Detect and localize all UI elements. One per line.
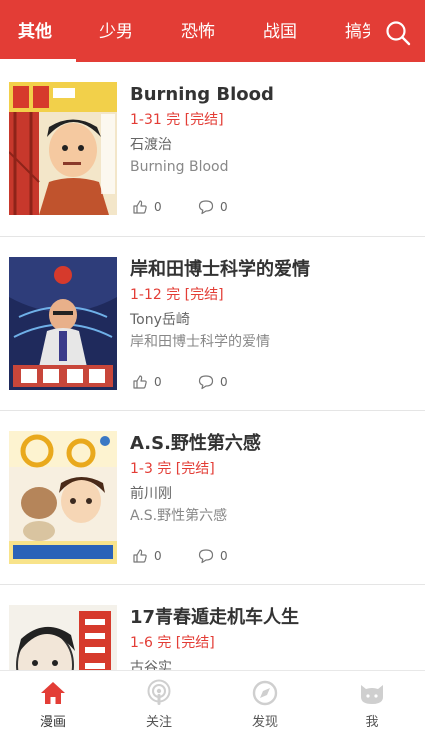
nav-comics[interactable]: 漫画 bbox=[0, 671, 106, 740]
comment-count: 0 bbox=[220, 375, 228, 389]
tab-horror[interactable]: 恐怖 bbox=[181, 20, 215, 44]
comic-list-item[interactable]: 岸和田博士科学的爱情 1-12 完 [完结] Tony岳崎 岸和田博士科学的爱情… bbox=[0, 237, 425, 411]
comic-author: Tony岳崎 bbox=[130, 312, 190, 328]
comic-list: Burning Blood 1-31 完 [完结] 石渡治 Burning Bl… bbox=[0, 62, 425, 670]
tab-comedy[interactable]: 搞笑 bbox=[345, 20, 370, 44]
nav-discover[interactable]: 发现 bbox=[212, 671, 318, 740]
like-count: 0 bbox=[154, 549, 162, 563]
cover-as[interactable] bbox=[9, 431, 117, 564]
like-count: 0 bbox=[154, 200, 162, 214]
comic-status: 1-6 完 [完结] bbox=[130, 635, 215, 651]
comment-icon bbox=[198, 375, 214, 390]
top-bar: 其他 少男 恐怖 战国 搞笑 bbox=[0, 0, 425, 62]
cover-kishiwada[interactable] bbox=[9, 257, 117, 390]
comment-count: 0 bbox=[220, 200, 228, 214]
comic-description: A.S.野性第六感 bbox=[130, 508, 228, 524]
tab-sengoku[interactable]: 战国 bbox=[263, 20, 297, 44]
thumbs-up-icon bbox=[133, 200, 147, 214]
nav-follow[interactable]: 关注 bbox=[106, 671, 212, 740]
bottom-navigation: 漫画 关注 发现 我 bbox=[0, 670, 425, 740]
comment-icon bbox=[198, 200, 214, 215]
comic-title: A.S.野性第六感 bbox=[130, 433, 261, 454]
comic-title: 17青春遁走机车人生 bbox=[130, 607, 300, 628]
comment-icon bbox=[198, 549, 214, 564]
like-count: 0 bbox=[154, 375, 162, 389]
cover-burning-blood[interactable] bbox=[9, 82, 117, 215]
comic-description: Burning Blood bbox=[130, 159, 229, 175]
comic-title: 岸和田博士科学的爱情 bbox=[130, 259, 310, 280]
compass-icon bbox=[252, 680, 278, 706]
comic-status: 1-3 完 [完结] bbox=[130, 461, 215, 477]
comic-status: 1-31 完 [完结] bbox=[130, 112, 224, 128]
cat-face-icon bbox=[361, 685, 383, 704]
thumbs-up-icon bbox=[133, 375, 147, 389]
cover-17[interactable] bbox=[9, 605, 117, 670]
podcast-icon bbox=[147, 679, 171, 705]
tab-shounen[interactable]: 少男 bbox=[99, 20, 133, 44]
comic-author: 古谷实 bbox=[130, 660, 172, 670]
comic-list-item[interactable]: 17青春遁走机车人生 1-6 完 [完结] 古谷实 bbox=[0, 585, 425, 670]
nav-label: 发现 bbox=[251, 715, 278, 730]
comic-status: 1-12 完 [完结] bbox=[130, 287, 224, 303]
home-icon bbox=[41, 682, 65, 704]
comic-description: 岸和田博士科学的爱情 bbox=[130, 334, 270, 350]
comic-list-item[interactable]: Burning Blood 1-31 完 [完结] 石渡治 Burning Bl… bbox=[0, 62, 425, 236]
thumbs-up-icon bbox=[133, 549, 147, 563]
nav-me[interactable]: 我 bbox=[319, 671, 425, 740]
comic-title: Burning Blood bbox=[130, 84, 274, 105]
nav-label: 我 bbox=[365, 715, 379, 730]
nav-label: 关注 bbox=[145, 715, 172, 730]
nav-label: 漫画 bbox=[39, 715, 66, 730]
comic-author: 石渡治 bbox=[130, 137, 172, 153]
category-tabs: 其他 少男 恐怖 战国 搞笑 bbox=[0, 0, 370, 62]
search-icon[interactable] bbox=[384, 19, 412, 47]
comic-author: 前川刚 bbox=[130, 486, 172, 502]
comment-count: 0 bbox=[220, 549, 228, 563]
tab-other[interactable]: 其他 bbox=[18, 20, 52, 44]
comic-list-item[interactable]: A.S.野性第六感 1-3 完 [完结] 前川刚 A.S.野性第六感 0 0 bbox=[0, 411, 425, 585]
